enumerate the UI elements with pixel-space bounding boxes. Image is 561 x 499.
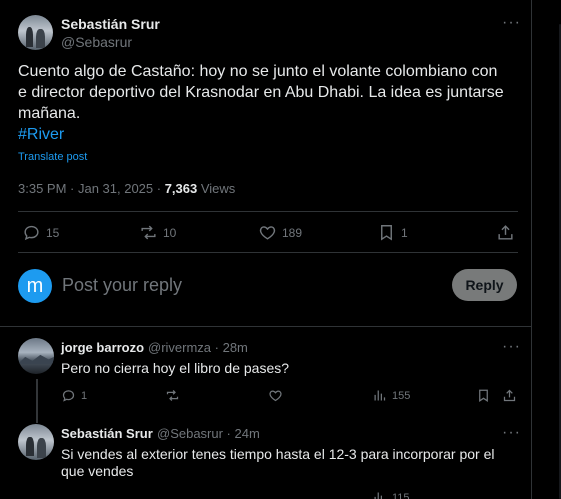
reply-text: Si vendes al exterior tenes tiempo hasta… — [61, 446, 495, 479]
reply-author-name[interactable]: jorge barrozo — [61, 340, 144, 355]
reply-button[interactable]: Reply — [452, 269, 517, 301]
hashtag-link[interactable]: #River — [18, 126, 64, 144]
repost-count: 10 — [163, 225, 177, 240]
reply-avatar[interactable] — [18, 338, 54, 374]
tweet-text: Cuento algo de Castaño: hoy no se junto … — [18, 63, 504, 122]
reply-count: 15 — [46, 225, 60, 240]
like-action[interactable]: 189 — [258, 223, 302, 242]
views-action[interactable]: 115 — [372, 490, 410, 499]
author-handle[interactable]: @Sebasrur — [61, 34, 132, 50]
reply-input[interactable]: Post your reply — [62, 275, 182, 296]
thread-line — [36, 379, 38, 423]
reply-meta[interactable]: @Sebasrur · 24m — [157, 426, 260, 441]
share-action[interactable] — [496, 223, 520, 242]
share-icon — [503, 389, 516, 402]
share-action[interactable] — [502, 388, 522, 403]
heart-icon — [269, 390, 282, 402]
reply-text: Pero no cierra hoy el libro de pases? — [61, 360, 290, 376]
repost-icon — [166, 390, 179, 401]
more-icon[interactable]: ··· — [502, 14, 521, 32]
reply-action[interactable]: 1 — [61, 388, 87, 403]
tweet-meta: 3:35 PM · Jan 31, 2025 · 7,363 Views — [18, 181, 235, 196]
reply-author-name[interactable]: Sebastián Srur — [61, 426, 153, 441]
reply-avatar[interactable] — [18, 424, 54, 460]
views-chart-icon — [374, 390, 386, 401]
right-sidebar-edge — [533, 0, 561, 499]
repost-icon — [141, 225, 156, 240]
reply-icon — [24, 225, 39, 241]
share-icon — [498, 225, 513, 240]
bookmark-icon — [479, 389, 488, 402]
views-label: Views — [197, 181, 236, 196]
more-icon[interactable]: ··· — [502, 424, 521, 442]
more-icon[interactable]: ··· — [502, 338, 521, 356]
bookmark-count: 1 — [401, 225, 408, 240]
conversation-column: Sebastián Srur @Sebasrur ··· Cuento algo… — [0, 0, 532, 499]
repost-action[interactable] — [165, 388, 185, 403]
bookmark-action[interactable]: 1 — [377, 223, 408, 242]
repost-action[interactable]: 10 — [139, 223, 176, 242]
views-count: 155 — [392, 389, 411, 402]
reply-count: 1 — [81, 389, 88, 402]
current-user-avatar[interactable]: m — [18, 269, 52, 303]
views-chart-icon — [374, 492, 382, 499]
author-name[interactable]: Sebastián Srur — [61, 16, 160, 32]
reply-icon — [62, 390, 75, 402]
reply-action[interactable]: 15 — [22, 223, 59, 242]
timestamp[interactable]: 3:35 PM · Jan 31, 2025 · — [18, 181, 165, 196]
like-action[interactable] — [268, 388, 288, 403]
divider — [18, 211, 518, 212]
heart-icon — [259, 226, 276, 240]
bookmark-action[interactable] — [476, 388, 496, 403]
translate-post-link[interactable]: Translate post — [18, 151, 87, 163]
views-count: 115 — [392, 491, 410, 499]
reply-meta[interactable]: @rivermza · 28m — [148, 340, 248, 355]
bookmark-icon — [381, 225, 392, 241]
divider — [0, 326, 531, 327]
views-count: 7,363 — [164, 181, 198, 196]
like-count: 189 — [282, 225, 303, 240]
views-action[interactable]: 155 — [372, 388, 410, 403]
author-avatar[interactable] — [18, 15, 53, 50]
divider — [18, 252, 518, 253]
